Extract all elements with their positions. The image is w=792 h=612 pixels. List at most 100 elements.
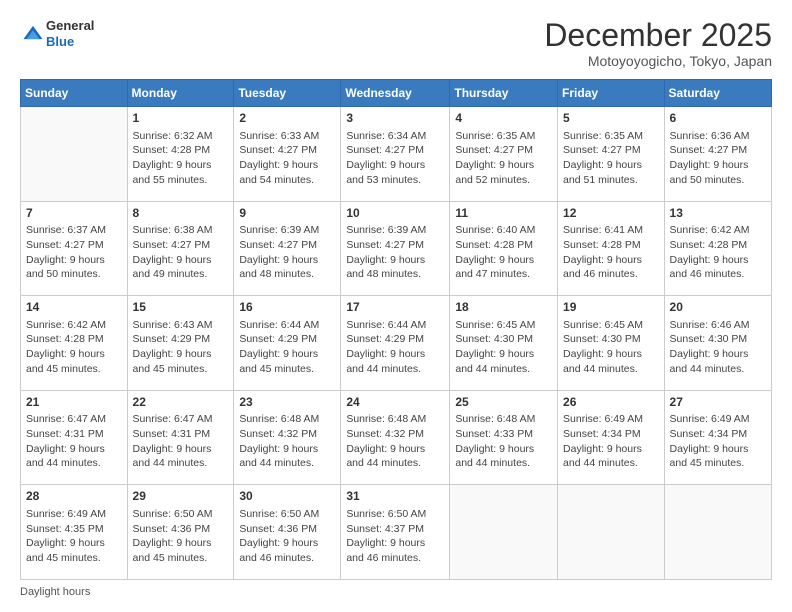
day-number: 29	[133, 488, 229, 505]
footer: Daylight hours	[20, 586, 772, 598]
day-info: Sunrise: 6:50 AMSunset: 4:36 PMDaylight:…	[133, 507, 229, 566]
day-number: 21	[26, 394, 122, 411]
calendar-cell: 22Sunrise: 6:47 AMSunset: 4:31 PMDayligh…	[127, 390, 234, 485]
day-number: 23	[239, 394, 335, 411]
day-info: Sunrise: 6:48 AMSunset: 4:32 PMDaylight:…	[346, 412, 444, 471]
calendar-cell: 3 Sunrise: 6:34 AMSunset: 4:27 PMDaylight…	[341, 107, 450, 202]
day-info: Sunrise: 6:32 AMSunset: 4:28 PMDaylight:…	[133, 129, 229, 188]
title-block: December 2025 Motoyoyogicho, Tokyo, Japa…	[544, 18, 772, 69]
header: General Blue December 2025 Motoyoyogicho…	[20, 18, 772, 69]
day-number: 10	[346, 205, 444, 222]
day-number: 2	[239, 110, 335, 127]
daylight-label: Daylight hours	[20, 586, 90, 598]
week-row-3: 21 Sunrise: 6:47 AMSunset: 4:31 PMDayligh…	[21, 390, 772, 485]
calendar-cell: 15 Sunrise: 6:43 AMSunset: 4:29 PMDayligh…	[127, 296, 234, 391]
calendar-cell: 16Sunrise: 6:44 AMSunset: 4:29 PMDayligh…	[234, 296, 341, 391]
day-info: Sunrise: 6:49 AMSunset: 4:35 PMDaylight:…	[26, 507, 122, 566]
day-number: 26	[563, 394, 659, 411]
day-number: 8	[133, 205, 229, 222]
day-info: Sunrise: 6:44 AMSunset: 4:29 PMDaylight:…	[239, 318, 335, 377]
day-number: 1	[133, 110, 229, 127]
logo-general: General	[46, 18, 94, 33]
day-number: 31	[346, 488, 444, 505]
header-day-thursday: Thursday	[450, 80, 558, 107]
calendar-cell: 12Sunrise: 6:41 AMSunset: 4:28 PMDayligh…	[558, 201, 665, 296]
day-info: Sunrise: 6:48 AMSunset: 4:32 PMDaylight:…	[239, 412, 335, 471]
day-info: Sunrise: 6:41 AMSunset: 4:28 PMDaylight:…	[563, 223, 659, 282]
calendar-cell: 6 Sunrise: 6:36 AMSunset: 4:27 PMDaylight…	[664, 107, 771, 202]
header-day-wednesday: Wednesday	[341, 80, 450, 107]
day-info: Sunrise: 6:40 AMSunset: 4:28 PMDaylight:…	[455, 223, 552, 282]
day-number: 18	[455, 299, 552, 316]
week-row-0: 1 Sunrise: 6:32 AMSunset: 4:28 PMDaylight…	[21, 107, 772, 202]
page: General Blue December 2025 Motoyoyogicho…	[0, 0, 792, 612]
calendar-cell: 28 Sunrise: 6:49 AMSunset: 4:35 PMDayligh…	[21, 485, 128, 580]
calendar-cell: 31 Sunrise: 6:50 AMSunset: 4:37 PMDayligh…	[341, 485, 450, 580]
calendar-cell: 26Sunrise: 6:49 AMSunset: 4:34 PMDayligh…	[558, 390, 665, 485]
day-info: Sunrise: 6:48 AMSunset: 4:33 PMDaylight:…	[455, 412, 552, 471]
day-number: 30	[239, 488, 335, 505]
day-number: 6	[670, 110, 766, 127]
day-number: 15	[133, 299, 229, 316]
calendar-cell	[21, 107, 128, 202]
day-number: 7	[26, 205, 122, 222]
day-number: 14	[26, 299, 122, 316]
calendar-cell: 13Sunrise: 6:42 AMSunset: 4:28 PMDayligh…	[664, 201, 771, 296]
logo-blue: Blue	[46, 34, 74, 49]
day-info: Sunrise: 6:46 AMSunset: 4:30 PMDaylight:…	[670, 318, 766, 377]
week-row-1: 7Sunrise: 6:37 AMSunset: 4:27 PMDaylight…	[21, 201, 772, 296]
day-number: 28	[26, 488, 122, 505]
day-info: Sunrise: 6:50 AMSunset: 4:37 PMDaylight:…	[346, 507, 444, 566]
calendar-cell: 5Sunrise: 6:35 AMSunset: 4:27 PMDaylight…	[558, 107, 665, 202]
header-day-monday: Monday	[127, 80, 234, 107]
day-number: 17	[346, 299, 444, 316]
day-info: Sunrise: 6:38 AMSunset: 4:27 PMDaylight:…	[133, 223, 229, 282]
calendar-cell: 30 Sunrise: 6:50 AMSunset: 4:36 PMDayligh…	[234, 485, 341, 580]
day-number: 22	[133, 394, 229, 411]
day-info: Sunrise: 6:33 AMSunset: 4:27 PMDaylight:…	[239, 129, 335, 188]
day-info: Sunrise: 6:42 AMSunset: 4:28 PMDaylight:…	[670, 223, 766, 282]
day-number: 3	[346, 110, 444, 127]
logo-text: General Blue	[46, 18, 94, 49]
day-number: 27	[670, 394, 766, 411]
day-info: Sunrise: 6:49 AMSunset: 4:34 PMDaylight:…	[670, 412, 766, 471]
calendar-cell: 1 Sunrise: 6:32 AMSunset: 4:28 PMDaylight…	[127, 107, 234, 202]
header-day-friday: Friday	[558, 80, 665, 107]
calendar-cell	[558, 485, 665, 580]
day-info: Sunrise: 6:39 AMSunset: 4:27 PMDaylight:…	[239, 223, 335, 282]
calendar-cell: 2 Sunrise: 6:33 AMSunset: 4:27 PMDaylight…	[234, 107, 341, 202]
day-info: Sunrise: 6:34 AMSunset: 4:27 PMDaylight:…	[346, 129, 444, 188]
calendar-cell: 27Sunrise: 6:49 AMSunset: 4:34 PMDayligh…	[664, 390, 771, 485]
calendar-cell: 7Sunrise: 6:37 AMSunset: 4:27 PMDaylight…	[21, 201, 128, 296]
calendar-cell: 14Sunrise: 6:42 AMSunset: 4:28 PMDayligh…	[21, 296, 128, 391]
day-info: Sunrise: 6:35 AMSunset: 4:27 PMDaylight:…	[455, 129, 552, 188]
day-info: Sunrise: 6:45 AMSunset: 4:30 PMDaylight:…	[455, 318, 552, 377]
day-info: Sunrise: 6:37 AMSunset: 4:27 PMDaylight:…	[26, 223, 122, 282]
header-day-saturday: Saturday	[664, 80, 771, 107]
day-info: Sunrise: 6:47 AMSunset: 4:31 PMDaylight:…	[133, 412, 229, 471]
calendar-cell	[450, 485, 558, 580]
day-number: 25	[455, 394, 552, 411]
calendar-cell: 19 Sunrise: 6:45 AMSunset: 4:30 PMDayligh…	[558, 296, 665, 391]
calendar-cell: 10Sunrise: 6:39 AMSunset: 4:27 PMDayligh…	[341, 201, 450, 296]
day-info: Sunrise: 6:45 AMSunset: 4:30 PMDaylight:…	[563, 318, 659, 377]
calendar-cell: 11Sunrise: 6:40 AMSunset: 4:28 PMDayligh…	[450, 201, 558, 296]
day-info: Sunrise: 6:50 AMSunset: 4:36 PMDaylight:…	[239, 507, 335, 566]
calendar-cell: 4Sunrise: 6:35 AMSunset: 4:27 PMDaylight…	[450, 107, 558, 202]
calendar-cell: 21Sunrise: 6:47 AMSunset: 4:31 PMDayligh…	[21, 390, 128, 485]
logo: General Blue	[20, 18, 94, 49]
calendar-cell: 8Sunrise: 6:38 AMSunset: 4:27 PMDaylight…	[127, 201, 234, 296]
day-info: Sunrise: 6:43 AMSunset: 4:29 PMDaylight:…	[133, 318, 229, 377]
calendar-cell: 18 Sunrise: 6:45 AMSunset: 4:30 PMDayligh…	[450, 296, 558, 391]
calendar-cell: 17Sunrise: 6:44 AMSunset: 4:29 PMDayligh…	[341, 296, 450, 391]
day-info: Sunrise: 6:36 AMSunset: 4:27 PMDaylight:…	[670, 129, 766, 188]
day-info: Sunrise: 6:49 AMSunset: 4:34 PMDaylight:…	[563, 412, 659, 471]
header-day-tuesday: Tuesday	[234, 80, 341, 107]
logo-icon	[22, 23, 44, 45]
location: Motoyoyogicho, Tokyo, Japan	[544, 53, 772, 69]
calendar-cell: 9Sunrise: 6:39 AMSunset: 4:27 PMDaylight…	[234, 201, 341, 296]
day-info: Sunrise: 6:35 AMSunset: 4:27 PMDaylight:…	[563, 129, 659, 188]
day-number: 19	[563, 299, 659, 316]
day-info: Sunrise: 6:39 AMSunset: 4:27 PMDaylight:…	[346, 223, 444, 282]
header-day-sunday: Sunday	[21, 80, 128, 107]
